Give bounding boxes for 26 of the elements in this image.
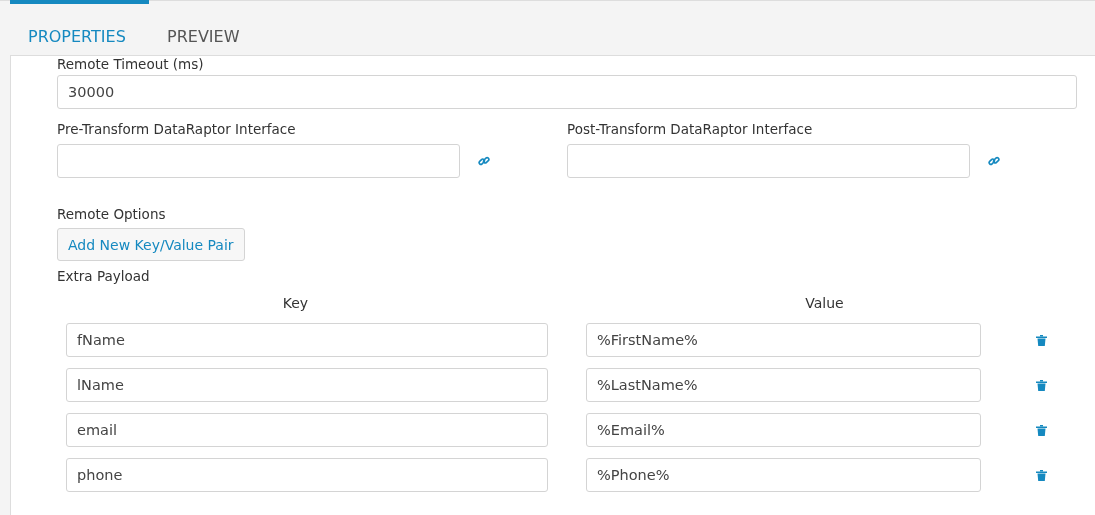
value-input[interactable]: %Email%	[586, 413, 981, 447]
column-header: Value	[804, 295, 845, 311]
field-label: Pre-Transform DataRaptor Interface	[57, 121, 297, 138]
link-icon[interactable]	[478, 155, 490, 167]
trash-icon[interactable]	[1036, 334, 1047, 346]
key-input[interactable]: lName	[66, 368, 548, 402]
key-input[interactable]: fName	[66, 323, 548, 357]
trash-icon[interactable]	[1036, 379, 1047, 391]
key-input[interactable]: phone	[66, 458, 548, 492]
section-label: Extra Payload	[57, 268, 151, 285]
key-input[interactable]: email	[66, 413, 548, 447]
interface-input[interactable]	[57, 144, 460, 178]
link-icon[interactable]	[988, 155, 1000, 167]
interface-input[interactable]	[567, 144, 970, 178]
add-pair-button[interactable]: Add New Key/Value Pair	[57, 228, 245, 261]
timeout-input[interactable]: 30000	[57, 75, 1077, 109]
trash-icon[interactable]	[1036, 424, 1047, 436]
value-input[interactable]: %FirstName%	[586, 323, 981, 357]
value-input[interactable]: %LastName%	[586, 368, 981, 402]
value-input[interactable]: %Phone%	[586, 458, 981, 492]
tab[interactable]: PREVIEW	[149, 0, 288, 55]
field-label: Remote Timeout (ms)	[57, 56, 205, 73]
column-header: Key	[281, 295, 310, 311]
trash-icon[interactable]	[1036, 469, 1047, 481]
section-label: Remote Options	[57, 206, 167, 223]
field-label: Post-Transform DataRaptor Interface	[567, 121, 814, 138]
